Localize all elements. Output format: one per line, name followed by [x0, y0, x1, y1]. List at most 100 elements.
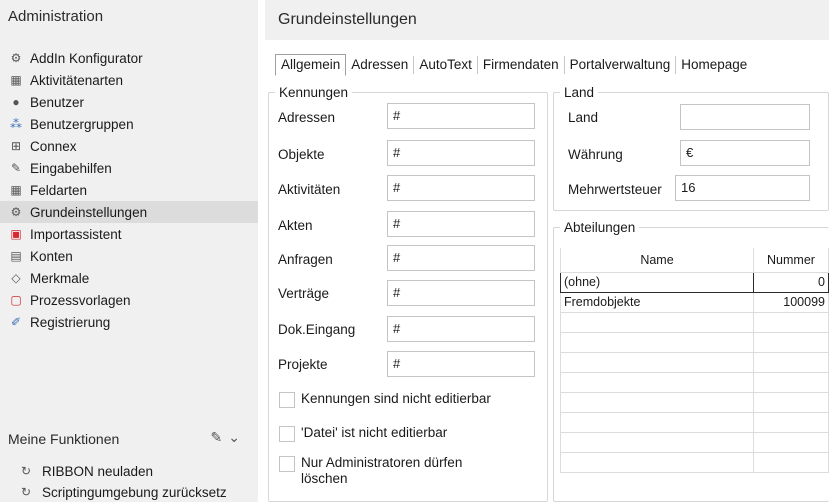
sidebar-item-aktivitaetenarten[interactable]: ▦ Aktivitätenarten — [0, 69, 258, 91]
cell-empty[interactable] — [560, 451, 754, 473]
fieldtype-icon: ▦ — [10, 183, 22, 197]
cell-name[interactable]: (ohne) — [560, 271, 754, 293]
sidebar-item-grundeinstellungen[interactable]: ⚙ Grundeinstellungen — [0, 201, 258, 223]
table-row-empty[interactable] — [560, 411, 829, 433]
cell-name[interactable]: Fremdobjekte — [560, 291, 754, 313]
function-item-ribbon-reload[interactable]: ↻ RIBBON neuladen — [0, 461, 258, 481]
table-row[interactable]: (ohne) 0 — [560, 271, 829, 293]
kennungen-legend: Kennungen — [279, 85, 349, 100]
cell-empty[interactable] — [560, 331, 754, 353]
checkbox[interactable] — [279, 456, 295, 472]
table-row-empty[interactable] — [560, 371, 829, 393]
table-row-empty[interactable] — [560, 391, 829, 413]
checkbox[interactable] — [279, 392, 295, 408]
cell-empty[interactable] — [753, 311, 829, 333]
label-aktivitaeten: Aktivitäten — [278, 182, 341, 197]
main-panel: Grundeinstellungen Allgemein Adressen Au… — [265, 0, 829, 502]
sidebar-item-prozessvorlagen[interactable]: ▢ Prozessvorlagen — [0, 289, 258, 311]
cell-empty[interactable] — [753, 431, 829, 453]
table-row[interactable]: Fremdobjekte 100099 — [560, 291, 829, 313]
table-row-empty[interactable] — [560, 351, 829, 373]
tab-autotext[interactable]: AutoText — [414, 56, 478, 74]
function-item-scripting-reset[interactable]: ↻ Scriptingumgebung zurücksetz — [0, 482, 258, 502]
sidebar-item-importassistent[interactable]: ▣ Importassistent — [0, 223, 258, 245]
chevron-down-icon[interactable]: ⌄ — [228, 429, 240, 446]
settings-icon: ⚙ — [10, 205, 22, 219]
tab-firmendaten[interactable]: Firmendaten — [478, 56, 565, 74]
tab-allgemein[interactable]: Allgemein — [275, 54, 347, 76]
cell-empty[interactable] — [753, 371, 829, 393]
cell-empty[interactable] — [753, 331, 829, 353]
sidebar-item-addin-konfigurator[interactable]: ⚙ AddIn Konfigurator — [0, 47, 258, 69]
cell-empty[interactable] — [753, 391, 829, 413]
function-item-label: Scriptingumgebung zurücksetz — [42, 484, 227, 500]
usergroup-icon: ⁂ — [10, 117, 22, 131]
kennung-akten-field[interactable]: # — [387, 211, 535, 237]
sidebar-item-registrierung[interactable]: ✐ Registrierung — [0, 311, 258, 333]
kennung-anfragen-field[interactable]: # — [387, 245, 535, 271]
kennung-vertraege-field[interactable]: # — [387, 280, 535, 306]
sidebar-item-benutzergruppen[interactable]: ⁂ Benutzergruppen — [0, 113, 258, 135]
checkbox[interactable] — [279, 426, 295, 442]
sidebar-item-label: Benutzergruppen — [30, 116, 134, 132]
cell-empty[interactable] — [560, 351, 754, 373]
mehrwertsteuer-field[interactable]: 16 — [675, 175, 810, 201]
table-row-empty[interactable] — [560, 311, 829, 333]
check-kennungen-nicht-editierbar[interactable]: Kennungen sind nicht editierbar — [279, 391, 491, 408]
cell-empty[interactable] — [560, 371, 754, 393]
sidebar-item-label: Eingabehilfen — [30, 160, 112, 176]
label-land: Land — [568, 110, 599, 125]
import-icon: ▣ — [10, 227, 22, 241]
column-header-nummer[interactable]: Nummer — [753, 248, 829, 273]
column-header-name[interactable]: Name — [560, 248, 754, 273]
cell-empty[interactable] — [753, 351, 829, 373]
tab-adressen[interactable]: Adressen — [346, 56, 415, 74]
sidebar-item-label: Feldarten — [30, 182, 88, 198]
check-datei-nicht-editierbar[interactable]: 'Datei' ist nicht editierbar — [279, 425, 447, 442]
check-nur-admins-loeschen[interactable]: Nur Administratoren dürfen löschen — [279, 455, 529, 487]
tab-portalverwaltung[interactable]: Portalverwaltung — [565, 56, 677, 74]
sidebar-item-connex[interactable]: ⊞ Connex — [0, 135, 258, 157]
sidebar-item-benutzer[interactable]: ● Benutzer — [0, 91, 258, 113]
tab-homepage[interactable]: Homepage — [676, 56, 752, 74]
waehrung-field[interactable]: € — [680, 140, 810, 166]
sidebar-item-label: Aktivitätenarten — [30, 72, 124, 88]
functions-header: Meine Funktionen ✎ ⌄ — [0, 428, 258, 450]
sidebar-item-merkmale[interactable]: ◇ Merkmale — [0, 267, 258, 289]
label-mehrwertsteuer: Mehrwertsteuer — [568, 182, 662, 197]
cell-empty[interactable] — [560, 391, 754, 413]
cell-empty[interactable] — [753, 451, 829, 473]
cell-empty[interactable] — [560, 431, 754, 453]
table-row-empty[interactable] — [560, 331, 829, 353]
table-row-empty[interactable] — [560, 451, 829, 473]
page-title: Grundeinstellungen — [265, 0, 829, 40]
addin-icon: ⚙ — [10, 51, 22, 65]
label-anfragen: Anfragen — [278, 252, 333, 267]
kennung-aktivitaeten-field[interactable]: # — [387, 175, 535, 201]
kennung-dok-eingang-field[interactable]: # — [387, 316, 535, 342]
kennung-projekte-field[interactable]: # — [387, 351, 535, 377]
label-vertraege: Verträge — [278, 286, 330, 301]
land-legend: Land — [564, 85, 595, 100]
land-field[interactable] — [680, 104, 810, 130]
activity-icon: ▦ — [10, 73, 22, 87]
cell-empty[interactable] — [753, 411, 829, 433]
kennung-adressen-field[interactable]: # — [387, 103, 535, 129]
abteilungen-table: Name Nummer (ohne) 0 Fremdobjekte 100099 — [560, 248, 829, 473]
sidebar-item-eingabehilfen[interactable]: ✎ Eingabehilfen — [0, 157, 258, 179]
sidebar-item-feldarten[interactable]: ▦ Feldarten — [0, 179, 258, 201]
table-row-empty[interactable] — [560, 431, 829, 453]
check-label: Nur Administratoren dürfen löschen — [301, 455, 463, 486]
cell-empty[interactable] — [560, 411, 754, 433]
kennung-objekte-field[interactable]: # — [387, 140, 535, 166]
edit-pencil-icon[interactable]: ✎ — [211, 429, 223, 446]
cell-empty[interactable] — [560, 311, 754, 333]
functions-title: Meine Funktionen — [8, 431, 120, 447]
sidebar-item-label: AddIn Konfigurator — [30, 50, 143, 66]
cell-nummer[interactable]: 100099 — [753, 291, 829, 313]
cell-nummer[interactable]: 0 — [753, 271, 829, 293]
user-icon: ● — [12, 95, 20, 109]
label-projekte: Projekte — [278, 357, 328, 372]
sidebar-item-konten[interactable]: ▤ Konten — [0, 245, 258, 267]
sidebar-item-label: Registrierung — [30, 314, 111, 330]
